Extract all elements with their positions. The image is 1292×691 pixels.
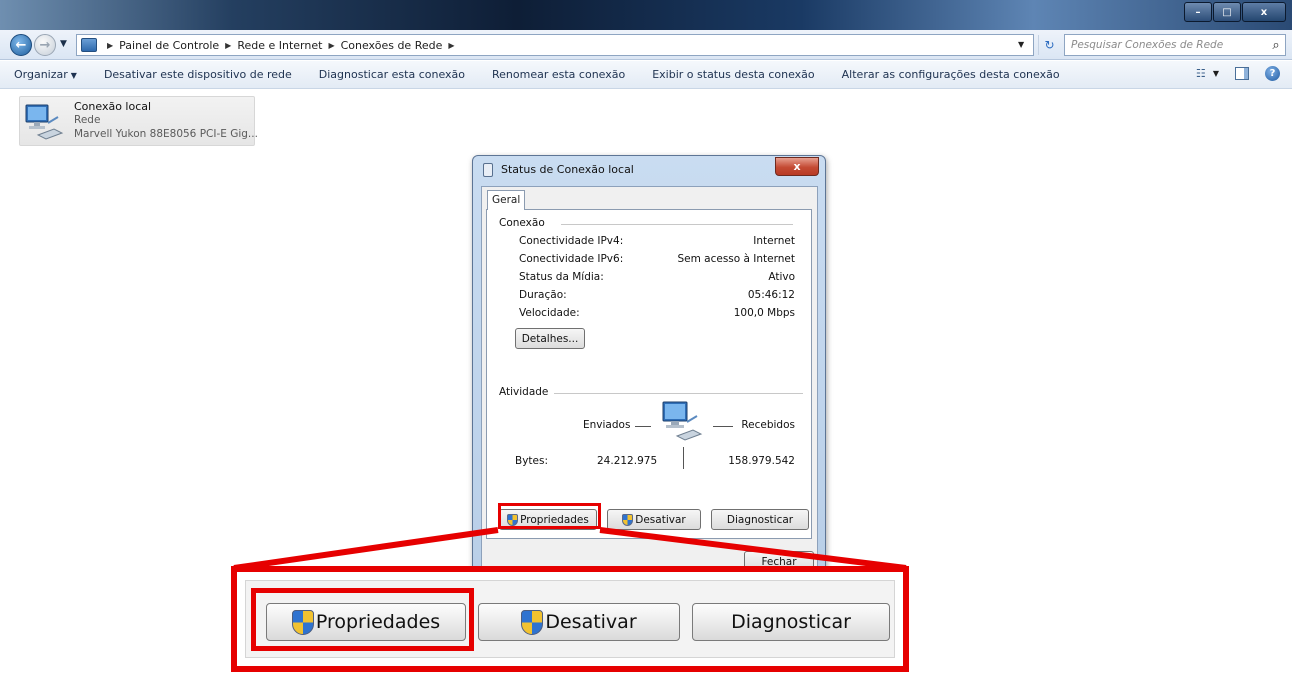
- ipv4-value: Internet: [753, 235, 795, 247]
- window-controls: – □ x: [1183, 2, 1286, 22]
- disable-button-label: Desativar: [635, 513, 686, 526]
- address-row: ← → ▼ ▶ Painel de Controle ▶ Rede e Inte…: [0, 30, 1292, 60]
- received-connector-line: [713, 426, 733, 427]
- search-input[interactable]: Pesquisar Conexões de Rede: [1071, 39, 1267, 51]
- media-status-value: Ativo: [768, 271, 795, 283]
- dialog-title: Status de Conexão local: [501, 163, 634, 176]
- minimize-button[interactable]: –: [1184, 2, 1212, 22]
- preview-pane-icon[interactable]: [1235, 67, 1249, 80]
- media-status-label: Status da Mídia:: [519, 271, 604, 283]
- connection-item[interactable]: Conexão local Rede Marvell Yukon 88E8056…: [19, 96, 258, 146]
- organize-menu[interactable]: Organizar ▼: [14, 68, 77, 81]
- organize-label: Organizar: [14, 68, 68, 81]
- chevron-right-icon[interactable]: ▶: [448, 41, 454, 50]
- network-adapter-icon: [483, 163, 493, 177]
- zoom-diagnose-button: Diagnosticar: [692, 603, 890, 641]
- activity-group-label: Atividade: [499, 386, 555, 398]
- search-icon[interactable]: ⌕: [1267, 38, 1285, 53]
- chevron-right-icon[interactable]: ▶: [225, 41, 231, 50]
- network-activity-icon: [662, 401, 703, 441]
- uac-shield-icon: [622, 513, 634, 526]
- callout-line-left: [233, 527, 499, 571]
- chevron-down-icon: ▼: [70, 71, 77, 80]
- view-controls: ☷ ▼ ?: [1193, 66, 1280, 81]
- speed-label: Velocidade:: [519, 307, 580, 319]
- change-settings-button[interactable]: Alterar as configurações desta conexão: [842, 68, 1060, 81]
- refresh-icon[interactable]: ↻: [1038, 35, 1060, 55]
- tab-panel: Conexão Conectividade IPv4: Internet Con…: [486, 209, 812, 539]
- group-divider: [549, 393, 803, 394]
- sent-label: Enviados: [583, 419, 631, 431]
- zoom-disable-button: Desativar: [478, 603, 680, 641]
- connection-type: Rede: [74, 114, 101, 126]
- address-bar[interactable]: ▶ Painel de Controle ▶ Rede e Internet ▶…: [76, 34, 1034, 56]
- ipv6-label: Conectividade IPv6:: [519, 253, 624, 265]
- arrow-right-icon: →: [39, 37, 51, 53]
- address-dropdown[interactable]: ▼: [1018, 40, 1024, 49]
- back-button[interactable]: ←: [10, 34, 32, 56]
- uac-shield-icon: [521, 609, 544, 635]
- connection-name: Conexão local: [74, 100, 152, 113]
- ipv4-label: Conectividade IPv4:: [519, 235, 624, 247]
- group-divider: [561, 224, 793, 225]
- properties-highlight: [498, 503, 601, 529]
- connection-device: Marvell Yukon 88E8056 PCI-E Gig...: [74, 128, 258, 140]
- command-bar: Organizar ▼ Desativar este dispositivo de…: [0, 61, 1292, 89]
- details-button[interactable]: Detalhes...: [515, 328, 585, 349]
- connection-group-label: Conexão: [499, 217, 551, 229]
- bytes-label: Bytes:: [515, 455, 549, 467]
- bytes-divider: [683, 447, 684, 469]
- search-box[interactable]: Pesquisar Conexões de Rede ⌕: [1064, 34, 1286, 56]
- breadcrumb: ▶ Painel de Controle ▶ Rede e Internet ▶…: [101, 39, 461, 52]
- breadcrumb-item-conexoes[interactable]: Conexões de Rede: [341, 39, 443, 52]
- tab-geral[interactable]: Geral: [487, 190, 525, 210]
- zoom-properties-highlight: [251, 588, 474, 651]
- sent-connector-line: [635, 426, 651, 427]
- window-title-bar: – □ x: [0, 0, 1292, 30]
- disable-button[interactable]: Desativar: [607, 509, 701, 530]
- chevron-right-icon[interactable]: ▶: [328, 41, 334, 50]
- received-label: Recebidos: [741, 419, 795, 431]
- view-options-icon[interactable]: ☷: [1193, 67, 1209, 81]
- breadcrumb-item-painel[interactable]: Painel de Controle: [119, 39, 219, 52]
- network-connection-icon: [25, 104, 64, 140]
- rename-connection-button[interactable]: Renomear esta conexão: [492, 68, 625, 81]
- control-panel-icon: [81, 38, 97, 52]
- ipv6-value: Sem acesso à Internet: [677, 253, 795, 265]
- forward-button[interactable]: →: [34, 34, 56, 56]
- help-icon[interactable]: ?: [1265, 66, 1280, 81]
- duration-label: Duração:: [519, 289, 567, 301]
- recent-pages-dropdown[interactable]: ▼: [60, 39, 67, 49]
- chevron-right-icon[interactable]: ▶: [107, 41, 113, 50]
- close-window-button[interactable]: x: [1242, 2, 1286, 22]
- diagnose-button[interactable]: Diagnosticar: [711, 509, 809, 530]
- breadcrumb-item-rede[interactable]: Rede e Internet: [237, 39, 322, 52]
- maximize-button[interactable]: □: [1213, 2, 1241, 22]
- speed-value: 100,0 Mbps: [733, 307, 795, 319]
- disable-device-button[interactable]: Desativar este dispositivo de rede: [104, 68, 292, 81]
- dialog-close-button[interactable]: x: [775, 157, 819, 176]
- chevron-down-icon[interactable]: ▼: [1213, 69, 1219, 78]
- zoom-disable-label: Desativar: [545, 611, 637, 633]
- view-status-button[interactable]: Exibir o status desta conexão: [652, 68, 814, 81]
- duration-value: 05:46:12: [747, 289, 795, 301]
- bytes-received-value: 158.979.542: [728, 455, 795, 467]
- diagnose-connection-button[interactable]: Diagnosticar esta conexão: [319, 68, 465, 81]
- arrow-left-icon: ←: [15, 37, 27, 53]
- bytes-sent-value: 24.212.975: [597, 455, 658, 467]
